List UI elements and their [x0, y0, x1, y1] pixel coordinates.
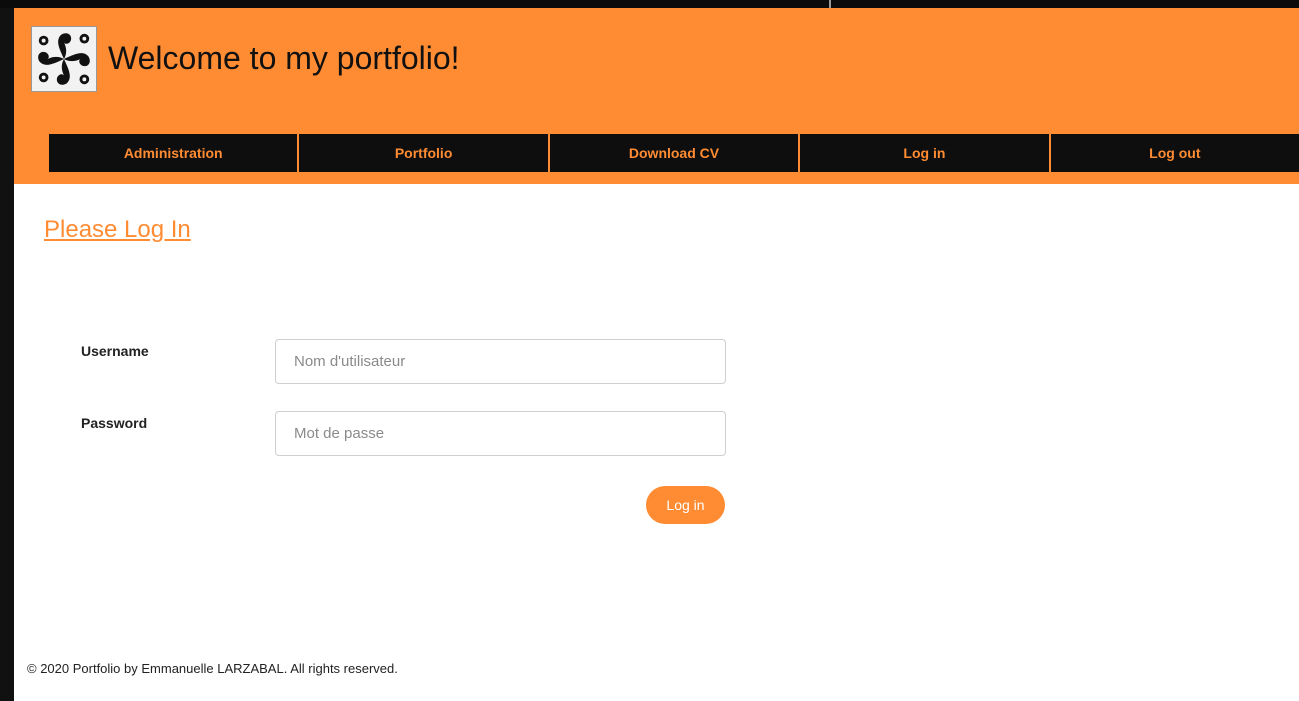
page-title: Please Log In — [44, 216, 191, 243]
username-label: Username — [81, 343, 149, 359]
main-nav: Administration Portfolio Download CV Log… — [49, 134, 1299, 172]
nav-item-download-cv[interactable]: Download CV — [547, 134, 798, 172]
left-edge — [0, 0, 14, 701]
nav-item-portfolio[interactable]: Portfolio — [297, 134, 547, 172]
login-submit-button[interactable]: Log in — [646, 486, 725, 524]
top-divider — [829, 0, 831, 8]
username-input[interactable] — [275, 339, 726, 384]
footer-copyright: © 2020 Portfolio by Emmanuelle LARZABAL.… — [27, 661, 398, 676]
nav-item-log-out[interactable]: Log out — [1048, 134, 1299, 172]
lauburu-logo-icon[interactable] — [31, 26, 97, 92]
password-label: Password — [81, 415, 148, 431]
nav-item-log-in[interactable]: Log in — [798, 134, 1048, 172]
site-title: Welcome to my portfolio! — [108, 40, 460, 76]
top-strip — [0, 0, 1299, 8]
nav-item-administration[interactable]: Administration — [49, 134, 297, 172]
password-input[interactable] — [275, 411, 726, 456]
browser-viewport: Welcome to my portfolio! Administration … — [0, 0, 1299, 701]
